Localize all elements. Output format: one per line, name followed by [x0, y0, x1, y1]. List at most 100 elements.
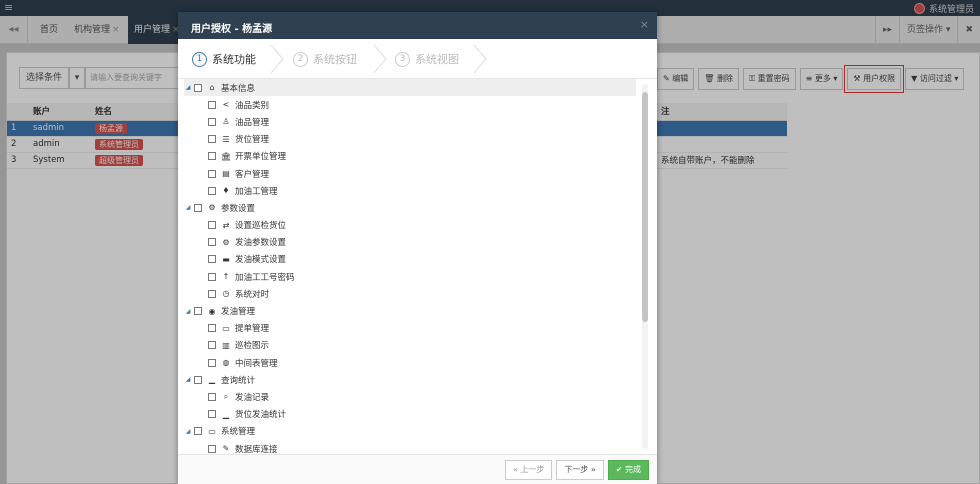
tree-checkbox[interactable]: [208, 221, 216, 230]
tree-node[interactable]: 🏛 开票单位管理: [184, 148, 636, 165]
globe-icon: ◍: [222, 358, 230, 368]
expand-toggle-icon[interactable]: ◢: [184, 308, 192, 315]
tree-checkbox[interactable]: [208, 341, 216, 350]
step-label: 系统功能: [212, 53, 256, 66]
tree-node[interactable]: ♦ 加油工管理: [184, 182, 636, 199]
tree-checkbox[interactable]: [208, 117, 216, 126]
wizard-steps: 1 系统功能 2 系统按钮 3 系统视图: [178, 39, 657, 79]
tree-node-label: 货位发油统计: [235, 410, 287, 421]
permission-tree-container: ◢ ⌂ 基本信息 < 油品类别 ♙ 油品管理 ☰ 货位管理 🏛 开票单位管理 ▤ 客户管理 ♦ 加油工管理 ◢…: [178, 79, 657, 454]
dialog-footer: « 上一步 下一步 » ✔ 完成: [178, 454, 657, 484]
tree-node[interactable]: ◢ ◉ 发油管理: [184, 302, 636, 319]
step-system-functions[interactable]: 1 系统功能: [192, 47, 256, 71]
tree-checkbox[interactable]: [208, 410, 216, 419]
step-separator-icon: [373, 45, 387, 73]
tree-scrollbar[interactable]: [642, 84, 648, 449]
flask-icon: ♙: [222, 117, 230, 127]
tree-checkbox[interactable]: [194, 307, 202, 316]
monitor-icon: ▥: [222, 340, 230, 350]
tree-node[interactable]: ↑ 加油工工号密码: [184, 268, 636, 285]
tree-node[interactable]: ◢ ▭ 系统管理: [184, 423, 636, 440]
step-system-buttons[interactable]: 2 系统按钮: [293, 47, 357, 71]
tree-checkbox[interactable]: [208, 152, 216, 161]
tree-checkbox[interactable]: [208, 358, 216, 367]
tree-checkbox[interactable]: [208, 444, 216, 453]
area-chart-icon: ▁: [208, 375, 216, 385]
tree-node[interactable]: ◢ ⚙ 参数设置: [184, 199, 636, 216]
tree-checkbox[interactable]: [194, 83, 202, 92]
arrow-up-icon: ↑: [222, 272, 230, 282]
tree-checkbox[interactable]: [208, 186, 216, 195]
gear-icon: ⚙: [222, 237, 230, 247]
tree-node[interactable]: ✎ 数据库连接: [184, 440, 636, 454]
tree-checkbox[interactable]: [208, 392, 216, 401]
tree-node-label: 发油管理: [221, 307, 256, 318]
tree-node[interactable]: ♙ 油品管理: [184, 113, 636, 130]
permission-tree: ◢ ⌂ 基本信息 < 油品类别 ♙ 油品管理 ☰ 货位管理 🏛 开票单位管理 ▤ 客户管理 ♦ 加油工管理 ◢…: [184, 79, 636, 454]
tree-node[interactable]: ◷ 系统对时: [184, 285, 636, 302]
tree-node[interactable]: ⌕ 发油记录: [184, 388, 636, 405]
tree-node-label: 发油记录: [235, 392, 270, 403]
tree-checkbox[interactable]: [208, 169, 216, 178]
desktop-icon: ▭: [208, 426, 216, 436]
pump-icon: ♦: [222, 186, 230, 196]
tree-checkbox[interactable]: [208, 238, 216, 247]
tree-node-label: 参数设置: [221, 203, 256, 214]
tree-node[interactable]: ▬ 发油模式设置: [184, 251, 636, 268]
tree-checkbox[interactable]: [194, 427, 202, 436]
tree-checkbox[interactable]: [194, 203, 202, 212]
tree-checkbox[interactable]: [208, 289, 216, 298]
dialog-title: 用户授权 - 杨孟源: [191, 24, 273, 35]
tree-node[interactable]: ◍ 中间表管理: [184, 354, 636, 371]
tree-node-label: 查询统计: [221, 375, 256, 386]
tree-node[interactable]: ▭ 提单管理: [184, 320, 636, 337]
home-icon: ⌂: [209, 83, 215, 93]
building-icon: ▤: [222, 169, 230, 179]
tree-node[interactable]: ◢ ▁ 查询统计: [184, 371, 636, 388]
step-label: 系统视图: [415, 53, 459, 66]
tree-node[interactable]: ▁ 货位发油统计: [184, 406, 636, 423]
tree-checkbox[interactable]: [208, 100, 216, 109]
next-step-button[interactable]: 下一步 »: [556, 460, 604, 480]
tree-node-label: 发油模式设置: [235, 255, 287, 266]
tree-node[interactable]: ▤ 客户管理: [184, 165, 636, 182]
tree-checkbox[interactable]: [208, 255, 216, 264]
share-icon: <: [222, 100, 230, 110]
tree-node-label: 货位管理: [235, 135, 270, 146]
search-icon: ⌕: [223, 391, 229, 401]
expand-toggle-icon[interactable]: ◢: [184, 376, 192, 383]
tree-node[interactable]: ⚙ 发油参数设置: [184, 234, 636, 251]
tree-node-label: 加油工管理: [235, 186, 278, 197]
bank-icon: 🏛: [220, 151, 232, 161]
tree-checkbox[interactable]: [208, 135, 216, 144]
step-separator-icon: [270, 45, 284, 73]
tree-checkbox[interactable]: [208, 324, 216, 333]
tree-node-label: 油品类别: [235, 100, 270, 111]
tree-node-label: 提单管理: [235, 324, 270, 335]
step-number: 3: [395, 51, 410, 67]
tree-node-label: 基本信息: [221, 83, 256, 94]
tree-node-label: 中间表管理: [235, 358, 278, 369]
tree-node[interactable]: ☰ 货位管理: [184, 131, 636, 148]
tree-node[interactable]: ⇄ 设置巡检货位: [184, 217, 636, 234]
list-icon: ☰: [222, 134, 230, 144]
cogs-icon: ⚙: [208, 203, 216, 213]
prev-step-button[interactable]: « 上一步: [504, 460, 553, 480]
tree-node-label: 数据库连接: [235, 444, 278, 454]
tree-node[interactable]: ◢ ⌂ 基本信息: [184, 79, 636, 97]
tree-node[interactable]: ▥ 巡检图示: [184, 337, 636, 354]
tree-checkbox[interactable]: [194, 375, 202, 384]
display-icon: ▬: [222, 254, 230, 264]
close-icon[interactable]: ×: [640, 18, 649, 31]
db-link-icon: ✎: [222, 444, 230, 454]
expand-toggle-icon[interactable]: ◢: [184, 428, 192, 435]
dialog-header: 用户授权 - 杨孟源 ×: [178, 12, 657, 39]
tree-node[interactable]: < 油品类别: [184, 96, 636, 113]
step-system-views[interactable]: 3 系统视图: [395, 47, 459, 71]
expand-toggle-icon[interactable]: ◢: [184, 204, 192, 211]
finish-button[interactable]: ✔ 完成: [607, 460, 649, 480]
scrollbar-thumb[interactable]: [642, 92, 648, 322]
tree-checkbox[interactable]: [208, 272, 216, 281]
tree-node-label: 客户管理: [235, 169, 270, 180]
expand-toggle-icon[interactable]: ◢: [184, 84, 192, 91]
